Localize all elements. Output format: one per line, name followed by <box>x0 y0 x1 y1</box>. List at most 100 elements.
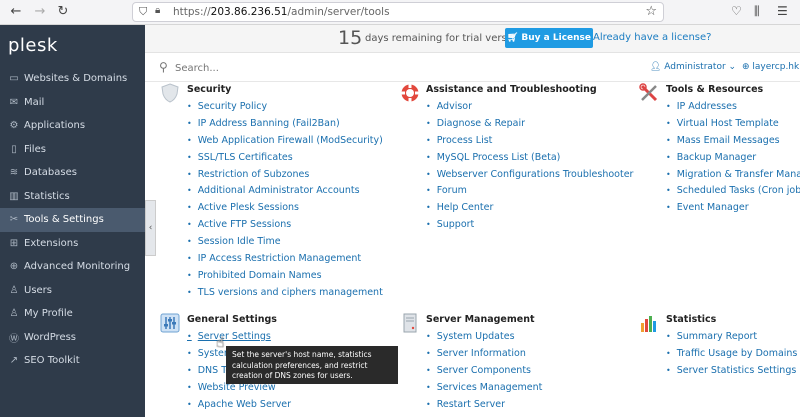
sidebar-item-label: SEO Toolkit <box>24 355 80 367</box>
link-mysql-process-list-beta[interactable]: MySQL Process List (Beta) <box>426 149 633 166</box>
link-advisor[interactable]: Advisor <box>426 98 633 115</box>
server-links: System UpdatesServer InformationServer C… <box>426 328 543 413</box>
link-web-application-firewall-modsecurity[interactable]: Web Application Firewall (ModSecurity) <box>187 132 383 149</box>
lock-icon[interactable]: 🔒︎ <box>155 5 160 16</box>
link-event-manager[interactable]: Event Manager <box>666 199 800 216</box>
link-server-statistics-settings[interactable]: Server Statistics Settings <box>666 362 797 379</box>
section-title-statistics: Statistics <box>666 314 717 325</box>
link-help-center[interactable]: Help Center <box>426 199 633 216</box>
section-title-server: Server Management <box>426 314 535 325</box>
sidebar-nav: ▭ Websites & Domains ✉ Mail ⚙ Applications ▯ Fi… <box>0 67 145 373</box>
link-webserver-configurations-troubleshooter[interactable]: Webserver Configurations Troubleshooter <box>426 166 634 183</box>
link-support[interactable]: Support <box>426 216 633 233</box>
sidebar-item-label: Websites & Domains <box>24 73 128 85</box>
link-scheduled-tasks-cron-jobs[interactable]: Scheduled Tasks (Cron jobs) <box>666 182 800 199</box>
have-license-link[interactable]: Already have a license? <box>593 32 711 43</box>
tools-icon <box>639 83 658 102</box>
link-services-management[interactable]: Services Management <box>426 379 543 396</box>
sidebar-item-label: Users <box>24 284 53 296</box>
forward-arrow-icon[interactable]: → <box>32 4 48 20</box>
monitor-icon: ▭ <box>9 73 19 85</box>
bar-chart-icon <box>641 316 656 332</box>
file-icon: ▯ <box>11 143 17 155</box>
buy-license-button[interactable]: 🛒︎ Buy a License <box>505 28 593 48</box>
link-prohibited-domain-names[interactable]: Prohibited Domain Names <box>187 267 383 284</box>
search-input[interactable] <box>175 60 375 76</box>
link-apache-web-server[interactable]: Apache Web Server <box>187 396 291 413</box>
sidebar-item-databases[interactable]: ≋ Databases <box>0 161 145 185</box>
sidebar-item-label: My Profile <box>24 308 73 320</box>
link-active-plesk-sessions[interactable]: Active Plesk Sessions <box>187 199 383 216</box>
link-traffic-usage-by-domains[interactable]: Traffic Usage by Domains <box>666 345 798 362</box>
chart-icon: ▥ <box>9 190 19 202</box>
sidebar-item-my-profile[interactable]: ♙ My Profile <box>0 302 145 326</box>
sidebar-item-websites-domains[interactable]: ▭ Websites & Domains <box>0 67 145 91</box>
link-virtual-host-template[interactable]: Virtual Host Template <box>666 115 800 132</box>
link-summary-report[interactable]: Summary Report <box>666 328 797 345</box>
link-server-information[interactable]: Server Information <box>426 345 542 362</box>
library-icon[interactable]: ⫼ <box>754 4 760 19</box>
link-diagnose-repair[interactable]: Diagnose & Repair <box>426 115 633 132</box>
menu-icon[interactable]: ☰ <box>777 4 788 18</box>
link-ip-address-banning-fail2ban[interactable]: IP Address Banning (Fail2Ban) <box>187 115 383 132</box>
sidebar-item-applications[interactable]: ⚙ Applications <box>0 114 145 138</box>
sidebar-item-mail[interactable]: ✉ Mail <box>0 91 145 115</box>
address-bar[interactable]: ⛉ 🔒︎ https://203.86.236.51/admin/server/… <box>132 2 664 22</box>
link-migration-transfer-manager[interactable]: Migration & Transfer Manager <box>666 166 800 183</box>
link-forum[interactable]: Forum <box>426 182 633 199</box>
security-links: Security PolicyIP Address Banning (Fail2… <box>187 98 383 301</box>
trial-banner: 15 days remaining for trial version 🛒︎ B… <box>145 25 800 53</box>
link-ip-access-restriction-management[interactable]: IP Access Restriction Management <box>187 250 383 267</box>
link-process-list[interactable]: Process List <box>426 132 633 149</box>
pocket-icon[interactable]: ♡ <box>731 4 742 18</box>
seo-icon: ↗ <box>9 355 19 367</box>
tools-links: IP AddressesVirtual Host TemplateMass Em… <box>666 98 800 216</box>
link-ip-addresses[interactable]: IP Addresses <box>666 98 800 115</box>
link-backup-manager[interactable]: Backup Manager <box>666 149 800 166</box>
sidebar-item-label: Extensions <box>24 237 79 249</box>
link-mass-email-messages[interactable]: Mass Email Messages <box>666 132 800 149</box>
sidebar-item-label: Advanced Monitoring <box>24 261 131 273</box>
domain-link[interactable]: ⊕ layercp.hk <box>742 62 799 72</box>
reload-icon[interactable]: ↻ <box>55 4 71 20</box>
shield-icon[interactable]: ⛉ <box>139 5 147 19</box>
trial-days-count: 15 <box>338 27 363 49</box>
user-menu[interactable]: 👤︎ Administrator ⌄ <box>650 62 736 72</box>
link-restriction-of-subzones[interactable]: Restriction of Subzones <box>187 166 383 183</box>
sidebar-item-tools-settings[interactable]: ✂ Tools & Settings <box>0 208 145 232</box>
hand-cursor-icon: ☝ <box>216 335 225 351</box>
link-active-ftp-sessions[interactable]: Active FTP Sessions <box>187 216 383 233</box>
sidebar-item-label: Files <box>24 143 46 155</box>
sidebar: plesk ▭ Websites & Domains ✉ Mail ⚙ Applicati… <box>0 25 145 417</box>
link-session-idle-time[interactable]: Session Idle Time <box>187 233 383 250</box>
lifebuoy-icon <box>400 83 420 103</box>
sidebar-item-label: Databases <box>24 167 77 179</box>
link-server-settings[interactable]: Server Settings <box>187 328 291 345</box>
collapse-sidebar-button[interactable]: ‹ <box>145 200 156 256</box>
link-security-policy[interactable]: Security Policy <box>187 98 383 115</box>
plesk-logo[interactable]: plesk <box>8 35 58 56</box>
statistics-links: Summary ReportTraffic Usage by DomainsSe… <box>666 328 798 379</box>
sidebar-item-seo-toolkit[interactable]: ↗ SEO Toolkit <box>0 349 145 373</box>
bookmark-star-icon[interactable]: ☆ <box>645 4 657 19</box>
url-text[interactable]: https://203.86.236.51/admin/server/tools <box>173 6 390 18</box>
link-system-updates[interactable]: System Updates <box>426 328 542 345</box>
puzzle-icon: ⊞ <box>9 237 19 249</box>
link-server-components[interactable]: Server Components <box>426 362 542 379</box>
sidebar-item-wordpress[interactable]: Ⓦ WordPress <box>0 326 145 350</box>
link-ssl-tls-certificates[interactable]: SSL/TLS Certificates <box>187 149 383 166</box>
sidebar-item-statistics[interactable]: ▥ Statistics <box>0 185 145 209</box>
sidebar-item-advanced-monitoring[interactable]: ⊕ Advanced Monitoring <box>0 255 145 279</box>
browser-toolbar: ← → ↻ ⛉ 🔒︎ https://203.86.236.51/admin/s… <box>0 0 800 25</box>
sidebar-item-files[interactable]: ▯ Files <box>0 138 145 162</box>
sidebar-item-extensions[interactable]: ⊞ Extensions <box>0 232 145 256</box>
link-additional-administrator-accounts[interactable]: Additional Administrator Accounts <box>187 182 383 199</box>
sidebar-item-label: Applications <box>24 120 86 132</box>
sidebar-item-users[interactable]: ♙ Users <box>0 279 145 303</box>
shield-icon <box>161 83 179 103</box>
link-restart-server[interactable]: Restart Server <box>426 396 542 413</box>
back-arrow-icon[interactable]: ← <box>8 4 24 20</box>
link-tls-versions-and-ciphers-management[interactable]: TLS versions and ciphers management <box>187 284 383 301</box>
database-icon: ≋ <box>9 167 19 179</box>
server-icon <box>403 313 417 333</box>
